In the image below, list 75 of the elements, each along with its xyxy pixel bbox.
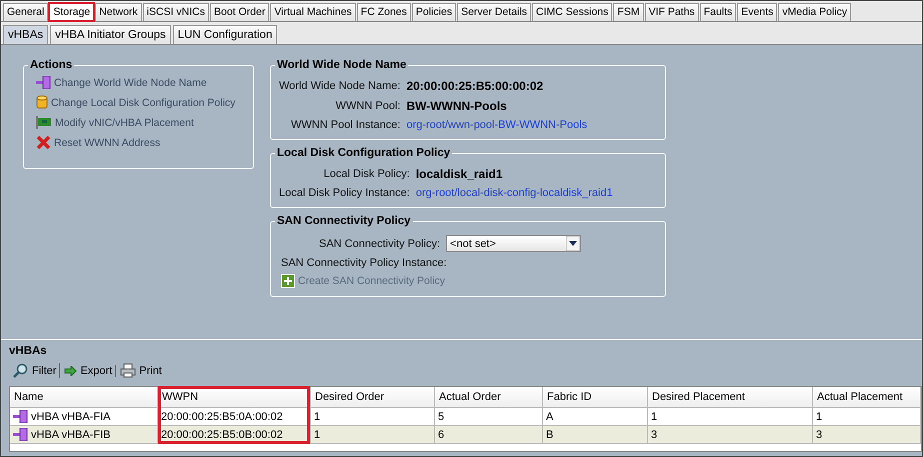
tab[interactable]: Boot Order xyxy=(210,3,270,21)
table-cell: 20:00:00:25:B5:0B:00:02 xyxy=(158,426,311,444)
field-label: SAN Connectivity Policy Instance: xyxy=(280,256,448,271)
field-label: WWNN Pool: xyxy=(334,100,400,112)
column-header[interactable]: Actual Order xyxy=(435,387,543,408)
tab[interactable]: VIF Paths xyxy=(644,3,699,21)
column-header[interactable]: Actual Placement xyxy=(813,387,921,408)
policy-dropdown[interactable]: <not set> xyxy=(446,235,582,252)
table-cell: 1 xyxy=(311,426,435,444)
section-title: World Wide Node Name xyxy=(276,59,408,71)
section-title: vHBAs xyxy=(9,345,48,357)
field-value: 20:00:00:25:B5:00:00:02 xyxy=(406,79,544,93)
field-label: World Wide Node Name: xyxy=(279,80,400,92)
table-cell: A xyxy=(543,408,648,426)
tab[interactable]: Faults xyxy=(700,3,736,21)
table-cell: 20:00:00:25:B5:0A:00:02 xyxy=(158,408,311,426)
section-title: SAN Connectivity Policy xyxy=(276,215,412,227)
column-header[interactable]: Desired Order xyxy=(311,387,435,408)
table-cell: 3 xyxy=(813,426,921,444)
tab[interactable]: Storage xyxy=(49,3,94,21)
table-cell: vHBA vHBA-FIA xyxy=(10,408,158,426)
field-value: localdisk_raid1 xyxy=(416,167,504,181)
adapter-icon xyxy=(13,410,28,423)
tab[interactable]: Policies xyxy=(412,3,456,21)
toolbar-button[interactable]: Export xyxy=(64,364,116,376)
tab[interactable]: FC Zones xyxy=(356,3,411,21)
column-header[interactable]: Name xyxy=(10,387,158,408)
tab[interactable]: Network xyxy=(95,3,142,21)
table-cell: 6 xyxy=(435,426,543,444)
instance-link[interactable]: org-root/local-disk-config-localdisk_raid1 xyxy=(416,187,613,199)
instance-link[interactable]: org-root/wwn-pool-BW-WWNN-Pools xyxy=(406,119,588,131)
column-header[interactable]: Desired Placement xyxy=(648,387,813,408)
table-cell: 3 xyxy=(648,426,813,444)
section-title: Local Disk Configuration Policy xyxy=(276,147,452,159)
table-cell: B xyxy=(543,426,648,444)
table-cell: 1 xyxy=(648,408,813,426)
tab[interactable]: vMedia Policy xyxy=(778,3,852,21)
section-title: Actions xyxy=(29,59,74,71)
field-label: SAN Connectivity Policy: xyxy=(319,238,440,250)
table-cell: 1 xyxy=(311,408,435,426)
tab[interactable]: Events xyxy=(737,3,778,21)
tab[interactable]: CIMC Sessions xyxy=(532,3,612,21)
tab[interactable]: vHBAs xyxy=(3,25,48,44)
close-icon xyxy=(36,135,51,150)
search-icon xyxy=(13,363,29,378)
table-cell: 1 xyxy=(813,408,921,426)
tab[interactable]: Virtual Machines xyxy=(270,3,356,21)
field-label: Local Disk Policy Instance: xyxy=(279,187,410,199)
field-value: BW-WWNN-Pools xyxy=(406,99,508,113)
database-icon xyxy=(36,95,48,110)
action-link[interactable]: Reset WWNN Address xyxy=(32,132,245,153)
tab[interactable]: Server Details xyxy=(457,3,532,21)
action-link[interactable]: Change World Wide Node Name xyxy=(32,73,245,92)
tab[interactable]: vHBA Initiator Groups xyxy=(50,25,171,44)
network-card-icon xyxy=(36,116,52,129)
arrow-icon xyxy=(64,366,78,376)
tab[interactable]: LUN Configuration xyxy=(172,25,278,44)
printer-icon xyxy=(120,363,136,378)
tab[interactable]: iSCSI vNICs xyxy=(142,3,209,21)
action-link[interactable]: Change Local Disk Configuration Policy xyxy=(32,92,245,113)
table-cell: vHBA vHBA-FIB xyxy=(10,426,158,444)
field-label: WWNN Pool Instance: xyxy=(290,119,400,131)
column-header[interactable]: Fabric ID xyxy=(543,387,648,408)
column-header[interactable]: WWPN xyxy=(158,387,311,408)
tab[interactable]: General xyxy=(3,3,48,21)
tab[interactable]: FSM xyxy=(613,3,644,21)
adapter-icon xyxy=(36,76,51,89)
caret-icon xyxy=(566,236,580,251)
toolbar-button[interactable]: Print xyxy=(120,363,165,378)
action-link[interactable]: Modify vNIC/vHBA Placement xyxy=(32,113,245,132)
table-cell: 5 xyxy=(435,408,543,426)
toolbar-button[interactable]: Filter xyxy=(13,363,60,378)
adapter-icon xyxy=(13,428,28,441)
plus-icon xyxy=(281,274,295,288)
field-label: Local Disk Policy: xyxy=(322,168,410,180)
